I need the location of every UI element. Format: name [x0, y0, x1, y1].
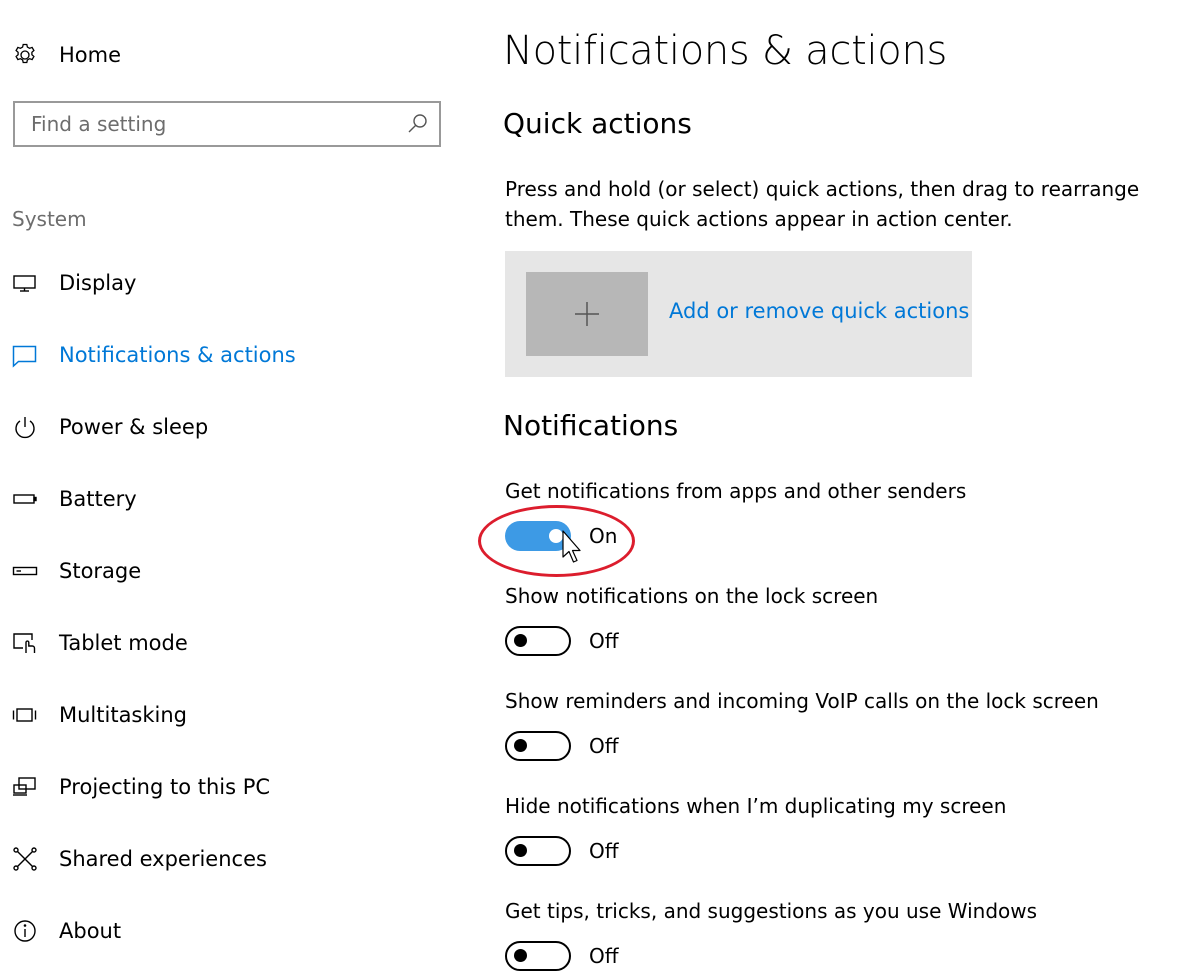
setting-label-hide-duplicating: Hide notifications when I’m duplicating …: [505, 794, 1007, 818]
sidebar-item-multitasking[interactable]: Multitasking: [12, 697, 187, 733]
lock-screen-notifications-toggle[interactable]: [505, 626, 571, 656]
search-icon[interactable]: [405, 111, 431, 137]
sidebar-item-label: Projecting to this PC: [59, 775, 271, 799]
toggle-row-hide-duplicating: Off: [505, 836, 619, 866]
toggle-state: Off: [589, 944, 619, 968]
toggle-knob: [514, 844, 527, 857]
power-icon: [12, 414, 38, 440]
add-remove-quick-actions-link[interactable]: Add or remove quick actions: [669, 299, 969, 323]
sidebar-item-storage[interactable]: Storage: [12, 553, 141, 589]
sidebar-item-power-sleep[interactable]: Power & sleep: [12, 409, 208, 445]
quick-actions-heading: Quick actions: [503, 107, 692, 140]
quick-actions-description: Press and hold (or select) quick actions…: [505, 177, 1140, 231]
main-content: Notifications & actions Quick actions Pr…: [478, 0, 1193, 971]
toggle-state: Off: [589, 734, 619, 758]
shared-experiences-icon: [12, 846, 38, 872]
info-icon: [12, 918, 38, 944]
tips-suggestions-toggle[interactable]: [505, 941, 571, 971]
notifications-icon: [12, 342, 38, 368]
setting-label-tips: Get tips, tricks, and suggestions as you…: [505, 899, 1038, 923]
get-notifications-toggle[interactable]: [505, 521, 571, 551]
display-icon: [12, 270, 38, 296]
toggle-row-lock-screen: Off: [505, 626, 619, 656]
sidebar-item-shared-experiences[interactable]: Shared experiences: [12, 841, 267, 877]
search-box: [13, 101, 441, 147]
sidebar-item-about[interactable]: About: [12, 913, 121, 949]
setting-label-reminders-voip: Show reminders and incoming VoIP calls o…: [505, 689, 1099, 713]
page-title: Notifications & actions: [503, 28, 948, 74]
multitasking-icon: [12, 702, 38, 728]
reminders-voip-toggle[interactable]: [505, 731, 571, 761]
toggle-row-reminders-voip: Off: [505, 731, 619, 761]
toggle-knob: [514, 739, 527, 752]
toggle-knob: [549, 529, 563, 543]
section-label-system: System: [12, 207, 87, 231]
storage-icon: [12, 558, 38, 584]
sidebar-item-battery[interactable]: Battery: [12, 481, 137, 517]
quick-actions-panel: Add or remove quick actions: [505, 251, 972, 377]
toggle-state: Off: [589, 839, 619, 863]
sidebar-item-display[interactable]: Display: [12, 265, 136, 301]
toggle-state: Off: [589, 629, 619, 653]
sidebar-item-label: Display: [59, 271, 137, 295]
sidebar-item-label: Tablet mode: [59, 631, 188, 655]
home-label: Home: [59, 43, 122, 67]
sidebar-item-tablet-mode[interactable]: Tablet mode: [12, 625, 188, 661]
toggle-row-tips: Off: [505, 941, 619, 971]
gear-icon: [12, 42, 38, 68]
toggle-state: On: [589, 524, 618, 548]
toggle-row-get-notifications: On: [505, 521, 617, 551]
sidebar: Home System Display Notifications & a: [0, 0, 470, 963]
setting-label-lock-screen: Show notifications on the lock screen: [505, 584, 879, 608]
projecting-icon: [12, 774, 38, 800]
battery-icon: [12, 486, 38, 512]
hide-when-duplicating-toggle[interactable]: [505, 836, 571, 866]
sidebar-item-notifications[interactable]: Notifications & actions: [12, 337, 296, 373]
setting-label-get-notifications: Get notifications from apps and other se…: [505, 479, 967, 503]
sidebar-item-label: Power & sleep: [59, 415, 209, 439]
plus-icon: [573, 300, 601, 328]
sidebar-item-label: Notifications & actions: [59, 343, 296, 367]
search-input[interactable]: [15, 104, 405, 144]
home-link[interactable]: Home: [12, 38, 121, 72]
notifications-heading: Notifications: [503, 409, 679, 442]
toggle-knob: [514, 949, 527, 962]
sidebar-item-label: Shared experiences: [59, 847, 267, 871]
toggle-knob: [514, 634, 527, 647]
sidebar-item-projecting[interactable]: Projecting to this PC: [12, 769, 270, 805]
tablet-mode-icon: [12, 630, 38, 656]
sidebar-item-label: About: [59, 919, 122, 943]
sidebar-item-label: Battery: [59, 487, 137, 511]
add-quick-action-tile[interactable]: [526, 272, 648, 356]
sidebar-item-label: Storage: [59, 559, 142, 583]
sidebar-item-label: Multitasking: [59, 703, 188, 727]
